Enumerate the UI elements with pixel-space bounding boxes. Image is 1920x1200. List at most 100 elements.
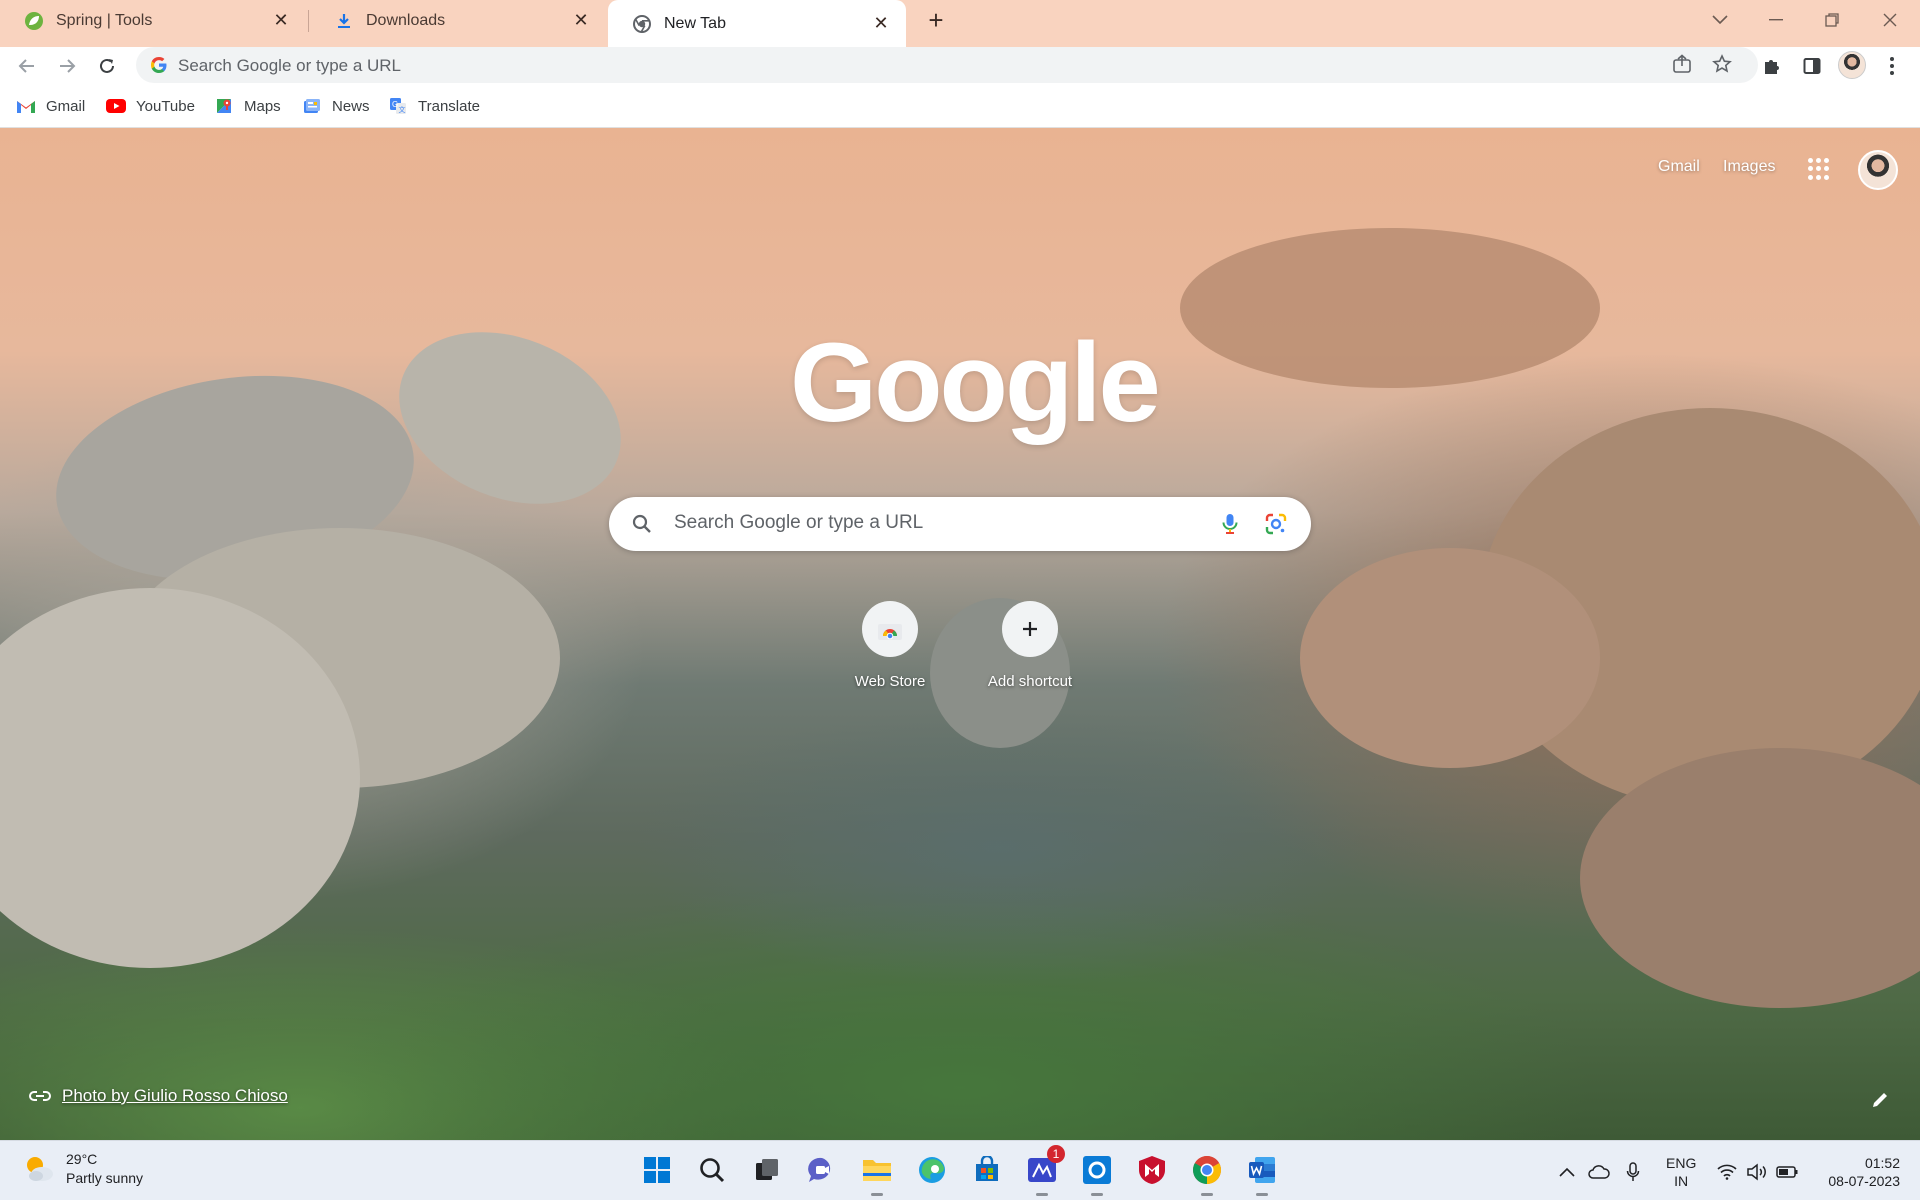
background-rock <box>1300 548 1600 768</box>
google-logo: Google <box>790 320 1161 445</box>
weather-widget[interactable]: 29°C Partly sunny <box>22 1151 143 1186</box>
bookmark-youtube[interactable]: YouTube <box>106 95 195 117</box>
running-indicator <box>1091 1193 1103 1196</box>
address-bar[interactable]: Search Google or type a URL <box>136 47 1758 83</box>
youtube-icon <box>106 97 126 115</box>
microsoft-store-icon[interactable] <box>970 1153 1004 1187</box>
maps-icon <box>214 97 234 115</box>
bookmark-star-icon[interactable] <box>1712 54 1734 76</box>
voice-search-mic-icon[interactable] <box>1217 511 1243 537</box>
bookmarks-bar: Gmail YouTube Maps News G文 Translate <box>0 85 1920 128</box>
svg-text:G: G <box>392 100 398 109</box>
translate-icon: G文 <box>388 97 408 115</box>
reload-icon[interactable] <box>92 51 122 81</box>
new-tab-plus-icon[interactable]: + <box>922 5 950 35</box>
task-view-icon[interactable] <box>750 1153 784 1187</box>
customize-pencil-icon[interactable] <box>1870 1090 1892 1112</box>
link-icon <box>28 1088 52 1104</box>
partly-sunny-icon <box>22 1152 56 1186</box>
notification-badge: 1 <box>1047 1145 1065 1163</box>
word-icon[interactable] <box>1245 1153 1279 1196</box>
sketch-app-icon[interactable]: 1 <box>1025 1145 1065 1196</box>
language-region: IN <box>1674 1173 1689 1189</box>
tab-separator <box>308 10 309 32</box>
profile-avatar[interactable] <box>1838 51 1866 79</box>
google-lens-icon[interactable] <box>1263 511 1289 537</box>
gmail-link[interactable]: Gmail <box>1658 158 1700 176</box>
download-icon <box>334 11 354 31</box>
tab-search-chevron-icon[interactable] <box>1692 0 1748 40</box>
weather-temperature: 29°C <box>66 1151 98 1167</box>
side-panel-icon[interactable] <box>1800 54 1824 78</box>
outlook-icon[interactable] <box>1080 1153 1114 1196</box>
tab-strip: Spring | Tools ✕ Downloads ✕ New Tab ✕ + <box>0 0 1920 47</box>
browser-toolbar: Search Google or type a URL <box>0 47 1920 85</box>
shortcut-web-store[interactable]: Web Store <box>834 593 946 705</box>
tab-title: New Tab <box>664 14 726 32</box>
bookmark-label: Translate <box>418 97 480 115</box>
restore-icon[interactable] <box>1804 0 1860 40</box>
ntp-search-placeholder: Search Google or type a URL <box>674 512 924 533</box>
google-apps-grid-icon[interactable] <box>1808 158 1830 180</box>
clock-time: 01:52 <box>1864 1155 1900 1171</box>
tab-downloads[interactable]: Downloads ✕ <box>310 0 606 41</box>
plus-icon <box>1002 601 1058 657</box>
windows-start-icon[interactable] <box>640 1153 674 1187</box>
close-tab-icon[interactable]: ✕ <box>570 10 592 32</box>
microphone-icon[interactable] <box>1622 1161 1644 1183</box>
chrome-icon[interactable] <box>1190 1153 1224 1196</box>
share-icon[interactable] <box>1672 54 1694 76</box>
edge-icon[interactable] <box>915 1153 949 1187</box>
bookmark-news[interactable]: News <box>302 95 370 117</box>
forward-arrow-icon[interactable] <box>52 51 82 81</box>
search-icon[interactable] <box>695 1153 729 1187</box>
system-clock[interactable]: 01:52 08-07-2023 <box>1818 1154 1900 1190</box>
extensions-puzzle-icon[interactable] <box>1760 54 1784 78</box>
windows-taskbar: 29°C Partly sunny 1 ENG IN 01:52 08-07-2… <box>0 1140 1920 1200</box>
images-link[interactable]: Images <box>1723 158 1775 176</box>
photo-credit[interactable]: Photo by Giulio Rosso Chioso <box>28 1086 288 1106</box>
ntp-search-box[interactable]: Search Google or type a URL <box>609 497 1311 551</box>
tab-spring-tools[interactable]: Spring | Tools ✕ <box>0 0 306 41</box>
wifi-icon[interactable] <box>1716 1161 1738 1183</box>
bookmark-label: Gmail <box>46 97 86 115</box>
battery-icon[interactable] <box>1776 1161 1798 1183</box>
shortcut-add[interactable]: Add shortcut <box>974 593 1086 705</box>
weather-condition: Partly sunny <box>66 1170 144 1186</box>
language-code: ENG <box>1666 1155 1697 1171</box>
photo-credit-link[interactable]: Photo by Giulio Rosso Chioso <box>62 1086 288 1106</box>
more-menu-icon[interactable] <box>1880 54 1904 78</box>
bookmark-gmail[interactable]: Gmail <box>16 95 85 117</box>
running-indicator <box>871 1193 883 1196</box>
running-indicator <box>1201 1193 1213 1196</box>
file-explorer-icon[interactable] <box>860 1153 894 1196</box>
search-icon <box>631 513 653 535</box>
account-avatar[interactable] <box>1858 150 1898 190</box>
background-rock <box>1180 228 1600 388</box>
mcafee-icon[interactable] <box>1135 1153 1169 1187</box>
running-indicator <box>1256 1193 1268 1196</box>
input-language-indicator[interactable]: ENG IN <box>1666 1154 1696 1190</box>
bookmark-maps[interactable]: Maps <box>214 95 281 117</box>
bookmark-translate[interactable]: G文 Translate <box>388 95 480 117</box>
google-g-icon <box>150 56 168 74</box>
tab-new-tab[interactable]: New Tab ✕ <box>608 0 906 47</box>
onedrive-cloud-icon[interactable] <box>1588 1161 1610 1183</box>
show-hidden-icons-chevron-icon[interactable] <box>1556 1161 1578 1183</box>
shortcut-label: Web Store <box>854 673 926 690</box>
new-tab-page: Gmail Images Google Search Google or typ… <box>0 128 1920 1140</box>
back-arrow-icon[interactable] <box>12 51 42 81</box>
close-window-icon[interactable] <box>1862 0 1918 40</box>
tab-title: Downloads <box>366 11 446 29</box>
clock-date: 08-07-2023 <box>1828 1173 1900 1189</box>
close-tab-icon[interactable]: ✕ <box>270 10 292 32</box>
spring-leaf-icon <box>24 11 44 31</box>
volume-icon[interactable] <box>1746 1161 1768 1183</box>
teams-chat-icon[interactable] <box>805 1153 839 1187</box>
minimize-icon[interactable] <box>1748 0 1804 40</box>
close-tab-icon[interactable]: ✕ <box>870 13 892 35</box>
running-indicator <box>1036 1193 1048 1196</box>
background-rock <box>373 300 647 536</box>
news-icon <box>302 97 322 115</box>
bookmark-label: Maps <box>244 97 281 115</box>
